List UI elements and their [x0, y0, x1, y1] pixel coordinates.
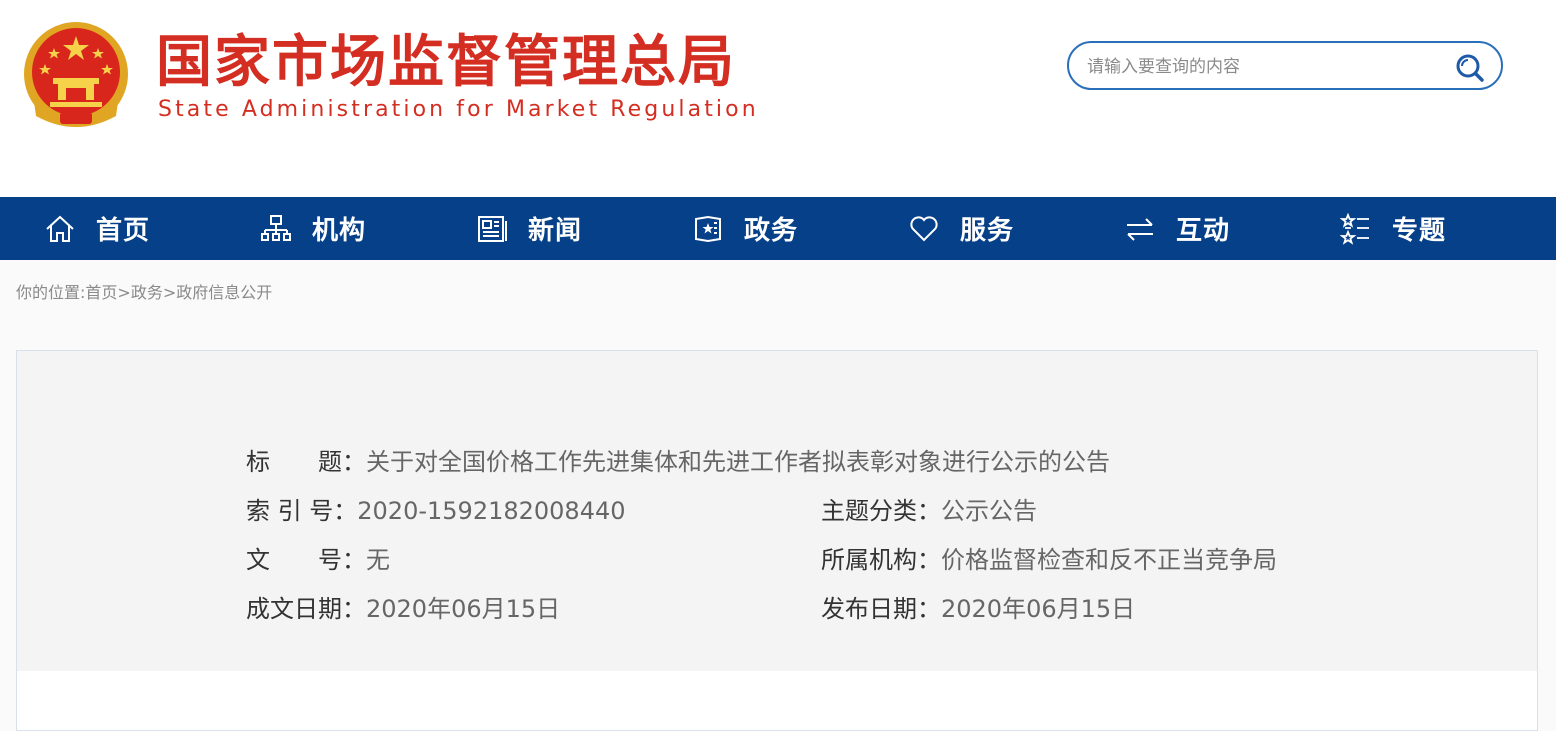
title-label: 标 题： — [246, 448, 366, 476]
government-affairs-icon — [692, 213, 724, 245]
nav-label-news: 新闻 — [528, 216, 583, 246]
info-row-index: 索 引 号：2020-1592182008440 — [246, 496, 626, 526]
document-info-panel: 标 题：关于对全国价格工作先进集体和先进工作者拟表彰对象进行公示的公告 索 引 … — [16, 350, 1538, 672]
index-value: 2020-1592182008440 — [357, 497, 626, 525]
nav-item-services[interactable]: 服务 — [908, 197, 1014, 260]
search-icon[interactable] — [1455, 53, 1485, 83]
nav-item-interaction[interactable]: 互动 — [1124, 197, 1230, 260]
nav-item-organization[interactable]: 机构 — [260, 197, 366, 260]
info-row-written-date: 成文日期：2020年06月15日 — [246, 594, 560, 624]
breadcrumb-separator: > — [162, 283, 177, 302]
nav-label-services: 服务 — [960, 216, 1015, 246]
topic-list-icon — [1340, 212, 1372, 245]
heart-icon — [908, 213, 940, 245]
publish-date-label: 发布日期： — [821, 595, 941, 623]
nav-item-government-affairs[interactable]: 政务 — [692, 197, 798, 260]
info-row-category: 主题分类：公示公告 — [821, 496, 1037, 526]
doc-number-value: 无 — [366, 546, 390, 574]
category-label: 主题分类： — [821, 497, 941, 525]
news-icon — [476, 213, 508, 245]
exchange-arrows-icon — [1124, 213, 1156, 245]
publish-date-value: 2020年06月15日 — [941, 595, 1136, 623]
main-nav: 首页 机构 新闻 政务 服务 互动 专题 — [0, 197, 1556, 260]
written-date-label: 成文日期： — [246, 595, 366, 623]
breadcrumb-link-government-affairs[interactable]: 政务 — [131, 283, 163, 302]
site-title-en[interactable]: State Administration for Market Regulati… — [158, 97, 759, 122]
nav-label-interaction: 互动 — [1176, 216, 1231, 246]
breadcrumb: 你的位置:首页>政务>政府信息公开 — [16, 279, 272, 303]
search-box — [1067, 41, 1503, 90]
breadcrumb-prefix: 你的位置: — [16, 283, 86, 302]
agency-label: 所属机构： — [821, 546, 941, 574]
written-date-value: 2020年06月15日 — [366, 595, 561, 623]
info-row-publish-date: 发布日期：2020年06月15日 — [821, 594, 1135, 624]
nav-item-topics[interactable]: 专题 — [1340, 197, 1446, 260]
nav-label-home: 首页 — [96, 216, 151, 246]
site-title-cn[interactable]: 国家市场监督管理总局 — [156, 28, 736, 98]
article-body — [16, 671, 1538, 731]
search-input[interactable] — [1085, 53, 1449, 81]
breadcrumb-link-home[interactable]: 首页 — [85, 283, 117, 302]
org-chart-icon — [260, 213, 292, 245]
agency-value: 价格监督检查和反不正当竞争局 — [941, 546, 1277, 574]
index-label: 索 引 号： — [246, 497, 358, 525]
breadcrumb-link-info-disclosure[interactable]: 政府信息公开 — [176, 283, 272, 302]
info-row-agency: 所属机构：价格监督检查和反不正当竞争局 — [821, 545, 1277, 575]
breadcrumb-separator: > — [117, 283, 131, 302]
nav-item-home[interactable]: 首页 — [44, 197, 150, 260]
nav-label-government-affairs: 政务 — [744, 216, 799, 246]
home-icon — [44, 213, 76, 245]
nav-label-topics: 专题 — [1392, 216, 1447, 246]
national-emblem-icon[interactable] — [20, 20, 132, 132]
category-value: 公示公告 — [941, 497, 1037, 525]
nav-item-news[interactable]: 新闻 — [476, 197, 582, 260]
title-value: 关于对全国价格工作先进集体和先进工作者拟表彰对象进行公示的公告 — [366, 448, 1110, 476]
doc-number-label: 文 号： — [246, 546, 366, 574]
info-row-doc-number: 文 号：无 — [246, 545, 390, 575]
nav-label-organization: 机构 — [312, 216, 367, 246]
info-row-title: 标 题：关于对全国价格工作先进集体和先进工作者拟表彰对象进行公示的公告 — [246, 447, 1110, 477]
site-header: 国家市场监督管理总局 State Administration for Mark… — [0, 0, 1556, 197]
